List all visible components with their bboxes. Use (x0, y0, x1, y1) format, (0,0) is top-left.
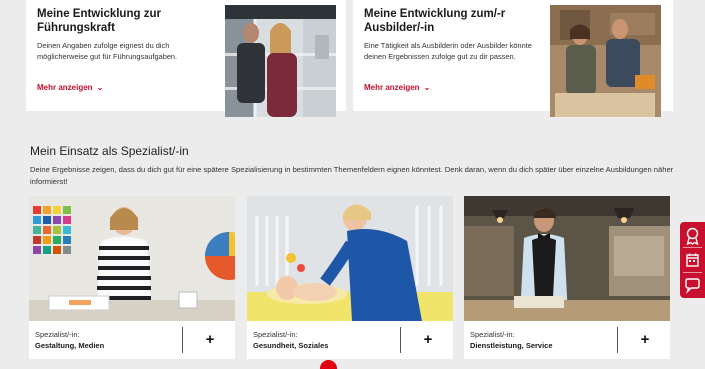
waiter-image (464, 196, 670, 321)
specialist-card-dienstleistung[interactable]: Spezialist/-in: Dienstleistung, Service … (464, 196, 670, 359)
designer-image (29, 196, 235, 321)
card-ausbilder: Meine Entwicklung zum/-r Ausbilder/-in E… (353, 0, 673, 117)
side-toolbar (680, 222, 705, 298)
section-description: Deine Ergebnisse zeigen, dass du dich gu… (30, 165, 674, 186)
workshop-image (550, 5, 661, 117)
mehr-anzeigen-link[interactable]: Mehr anzeigen ⌄ (37, 83, 103, 92)
specialist-kicker: Spezialist/-in: (35, 330, 80, 339)
specialist-card-gesundheit[interactable]: Spezialist/-in: Gesundheit, Soziales + (247, 196, 453, 359)
specialist-field: Gesundheit, Soziales (253, 341, 329, 350)
card-footer: Spezialist/-in: Dienstleistung, Service … (464, 321, 670, 359)
chevron-down-icon: ⌄ (423, 83, 431, 92)
mehr-anzeigen-label: Mehr anzeigen (37, 83, 93, 92)
card-text: Deinen Angaben zufolge eignest du dich m… (37, 41, 178, 61)
chat-icon[interactable] (680, 273, 705, 298)
divider (182, 327, 183, 353)
award-icon[interactable] (680, 223, 705, 248)
specialist-kicker: Spezialist/-in: (253, 330, 298, 339)
specialist-field: Dienstleistung, Service (470, 341, 553, 350)
chevron-down-icon: ⌄ (96, 83, 104, 92)
card-fuehrungskraft: Meine Entwicklung zur Führungskraft Dein… (26, 0, 346, 117)
expand-plus-button[interactable]: + (634, 329, 656, 351)
card-text: Eine Tätigkeit als Ausbilderin oder Ausb… (364, 41, 532, 61)
nurse-baby-image (247, 196, 453, 321)
card-title: Meine Entwicklung zur Führungskraft (37, 8, 161, 34)
specialist-field: Gestaltung, Medien (35, 341, 105, 350)
card-footer: Spezialist/-in: Gesundheit, Soziales + (247, 321, 453, 359)
scroll-indicator-dot[interactable] (320, 360, 337, 369)
section-title: Mein Einsatz als Spezialist/-in (30, 144, 189, 158)
specialist-card-gestaltung[interactable]: Spezialist/-in: Gestaltung, Medien + (29, 196, 235, 359)
divider (400, 327, 401, 353)
card-title: Meine Entwicklung zum/-r Ausbilder/-in (364, 8, 506, 34)
card-footer: Spezialist/-in: Gestaltung, Medien + (29, 321, 235, 359)
mehr-anzeigen-link[interactable]: Mehr anzeigen ⌄ (364, 83, 430, 92)
specialist-kicker: Spezialist/-in: (470, 330, 515, 339)
divider (617, 327, 618, 353)
calendar-icon[interactable] (680, 248, 705, 273)
mehr-anzeigen-label: Mehr anzeigen (364, 83, 420, 92)
expand-plus-button[interactable]: + (417, 329, 439, 351)
expand-plus-button[interactable]: + (199, 329, 221, 351)
office-team-image (225, 5, 336, 117)
